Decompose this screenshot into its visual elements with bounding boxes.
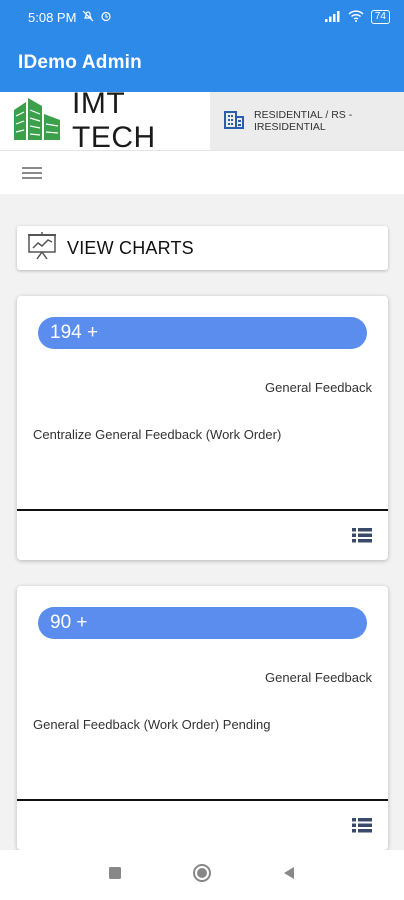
home-circle-icon[interactable] bbox=[192, 863, 212, 888]
brand-header: IMT TECH RESIDENTIAL / RS - IRESIDENTIAL bbox=[0, 87, 404, 154]
property-line1: RESIDENTIAL / RS - bbox=[254, 109, 353, 121]
card-category: General Feedback bbox=[265, 380, 372, 395]
signal-icon bbox=[324, 10, 341, 25]
view-charts-button[interactable]: VIEW CHARTS bbox=[17, 226, 388, 270]
wifi-icon bbox=[348, 9, 364, 25]
building-icon bbox=[224, 109, 244, 134]
recents-square-icon[interactable] bbox=[108, 866, 122, 885]
hamburger-menu-icon[interactable] bbox=[22, 164, 42, 182]
card-divider bbox=[17, 509, 388, 511]
alarm-icon bbox=[100, 10, 112, 25]
brand-name: IMT TECH bbox=[72, 87, 156, 154]
list-icon[interactable] bbox=[352, 818, 372, 838]
stat-card[interactable]: 90 + General Feedback General Feedback (… bbox=[17, 586, 388, 850]
property-line2: IRESIDENTIAL bbox=[254, 121, 326, 133]
card-description: General Feedback (Work Order) Pending bbox=[33, 717, 271, 732]
view-charts-label: VIEW CHARTS bbox=[67, 237, 194, 258]
count-pill: 90 + bbox=[38, 607, 367, 639]
property-label: RESIDENTIAL / RS - IRESIDENTIAL bbox=[254, 109, 352, 133]
status-right: 74 bbox=[324, 9, 390, 25]
app-title: IDemo Admin bbox=[18, 52, 142, 73]
dashboard-content: VIEW CHARTS 194 + General Feedback Centr… bbox=[0, 194, 404, 850]
property-selector[interactable]: RESIDENTIAL / RS - IRESIDENTIAL bbox=[210, 92, 404, 150]
list-icon[interactable] bbox=[352, 528, 372, 548]
building-logo-icon bbox=[12, 96, 62, 147]
status-left: 5:08 PM bbox=[28, 10, 112, 25]
app-bar: IDemo Admin bbox=[0, 34, 404, 92]
status-time: 5:08 PM bbox=[28, 9, 77, 25]
back-triangle-icon[interactable] bbox=[282, 866, 296, 885]
chart-board-icon bbox=[27, 231, 57, 265]
system-nav-bar bbox=[0, 850, 404, 900]
card-description: Centralize General Feedback (Work Order) bbox=[33, 427, 282, 442]
card-category: General Feedback bbox=[265, 670, 372, 685]
menu-row bbox=[0, 150, 404, 194]
card-divider bbox=[17, 799, 388, 801]
stat-card[interactable]: 194 + General Feedback Centralize Genera… bbox=[17, 296, 388, 560]
mute-icon bbox=[82, 10, 94, 25]
count-pill: 194 + bbox=[38, 317, 367, 349]
brand-logo: IMT TECH bbox=[0, 87, 210, 154]
status-bar: 5:08 PM 74 bbox=[0, 0, 404, 34]
battery-icon: 74 bbox=[370, 10, 390, 24]
